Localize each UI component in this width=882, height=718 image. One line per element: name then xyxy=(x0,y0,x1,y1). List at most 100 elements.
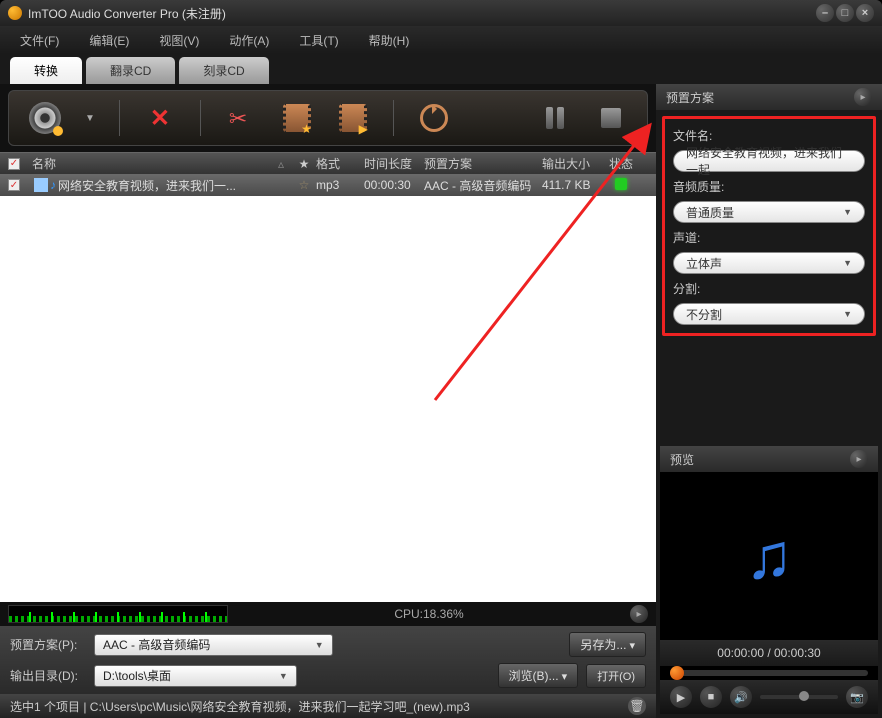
stop-button[interactable] xyxy=(595,102,627,134)
row-star[interactable]: ☆ xyxy=(292,178,316,192)
menu-file[interactable]: 文件(F) xyxy=(20,32,59,49)
preset-panel: 文件名: 网络安全教育视频，进来我们一起 音频质量: 普通质量 声道: 立体声 … xyxy=(662,116,876,336)
cpu-text: CPU:18.36% xyxy=(394,607,463,621)
preset-panel-toggle[interactable]: ▸ xyxy=(854,88,872,106)
pause-button[interactable] xyxy=(539,102,571,134)
trash-button[interactable]: 🗑 xyxy=(628,697,646,715)
filename-input[interactable]: 网络安全教育视频，进来我们一起 xyxy=(673,150,865,172)
x-icon: ✕ xyxy=(150,104,170,133)
menu-help[interactable]: 帮助(H) xyxy=(369,32,410,49)
output-dir-select[interactable]: D:\tools\桌面 xyxy=(94,665,297,687)
row-preset: AAC - 高级音频编码 xyxy=(424,177,542,194)
sort-indicator[interactable]: ▵ xyxy=(278,157,292,171)
volume-slider[interactable] xyxy=(760,695,838,699)
status-ready-icon xyxy=(615,178,627,190)
col-star[interactable]: ★ xyxy=(292,157,316,171)
play-controls: ▶ ■ 🔊 📷 xyxy=(660,680,878,714)
minimize-button[interactable]: – xyxy=(816,4,834,22)
col-name[interactable]: 名称 xyxy=(28,155,278,172)
list-item[interactable]: ✓ ♪ 网络安全教育视频，进来我们一... ☆ mp3 00:00:30 AAC… xyxy=(0,174,656,196)
stop-preview-button[interactable]: ■ xyxy=(700,686,722,708)
output-label: 输出目录(D): xyxy=(10,667,86,684)
divider xyxy=(200,100,201,136)
row-checkbox[interactable]: ✓ xyxy=(8,179,20,191)
col-duration[interactable]: 时间长度 xyxy=(364,155,424,172)
col-format[interactable]: 格式 xyxy=(316,155,364,172)
list-header: ✓ 名称 ▵ ★ 格式 时间长度 预置方案 输出大小 状态 xyxy=(0,152,656,174)
row-size: 411.7 KB xyxy=(542,178,602,192)
close-button[interactable]: × xyxy=(856,4,874,22)
preview-toggle[interactable]: ▸ xyxy=(850,450,868,468)
menu-tools[interactable]: 工具(T) xyxy=(299,32,338,49)
select-all-checkbox[interactable]: ✓ xyxy=(8,158,20,170)
quality-select[interactable]: 普通质量 xyxy=(673,201,865,223)
tab-burn[interactable]: 刻录CD xyxy=(179,57,268,84)
window-title: ImTOO Audio Converter Pro (未注册) xyxy=(28,5,816,22)
file-icon xyxy=(34,178,48,192)
menu-edit[interactable]: 编辑(E) xyxy=(89,32,129,49)
cpu-bar: CPU:18.36% ▸ xyxy=(0,602,656,626)
menu-view[interactable]: 视图(V) xyxy=(159,32,199,49)
preset-label: 预置方案(P): xyxy=(10,636,86,653)
toolbar: ▼ ✕ xyxy=(8,90,648,146)
preview-area: ♫ xyxy=(660,472,878,640)
delete-button[interactable]: ✕ xyxy=(144,102,176,134)
snapshot-button[interactable]: 📷 xyxy=(846,686,868,708)
stop-icon xyxy=(601,108,621,128)
file-name: 网络安全教育视频，进来我们一... xyxy=(58,177,236,194)
quality-label: 音频质量: xyxy=(673,178,865,195)
progress-knob[interactable] xyxy=(670,666,684,680)
statusbar: 选中1 个项目 | C:\Users\pc\Music\网络安全教育视频，进来我… xyxy=(0,694,656,718)
titlebar[interactable]: ImTOO Audio Converter Pro (未注册) – □ × xyxy=(0,0,882,26)
preview-title: 预览 xyxy=(670,451,694,468)
col-size[interactable]: 输出大小 xyxy=(542,155,602,172)
maximize-button[interactable]: □ xyxy=(836,4,854,22)
tab-rip[interactable]: 翻录CD xyxy=(86,57,175,84)
scissor-icon xyxy=(229,106,253,130)
cpu-toggle[interactable]: ▸ xyxy=(630,605,648,623)
cpu-graph xyxy=(8,605,228,623)
split-label: 分割: xyxy=(673,280,865,297)
divider xyxy=(393,100,394,136)
volume-button[interactable]: 🔊 xyxy=(730,686,752,708)
disc-icon xyxy=(29,102,61,134)
col-preset[interactable]: 预置方案 xyxy=(424,155,542,172)
open-button[interactable]: 打开(O) xyxy=(586,664,646,688)
volume-knob[interactable] xyxy=(799,691,809,701)
file-list[interactable]: ✓ ♪ 网络安全教育视频，进来我们一... ☆ mp3 00:00:30 AAC… xyxy=(0,174,656,602)
tab-convert[interactable]: 转换 xyxy=(10,57,82,84)
convert-button[interactable] xyxy=(418,102,450,134)
preset-select[interactable]: AAC - 高级音频编码 xyxy=(94,634,333,656)
pause-icon xyxy=(546,107,564,129)
menu-action[interactable]: 动作(A) xyxy=(229,32,269,49)
film-arrow-icon xyxy=(339,104,367,132)
play-button[interactable]: ▶ xyxy=(670,686,692,708)
save-as-button[interactable]: 另存为... ▾ xyxy=(569,632,646,657)
menubar: 文件(F) 编辑(E) 视图(V) 动作(A) 工具(T) 帮助(H) xyxy=(0,26,882,54)
preview-progress[interactable] xyxy=(670,670,868,676)
merge-button[interactable] xyxy=(337,102,369,134)
filename-label: 文件名: xyxy=(673,127,865,144)
divider xyxy=(119,100,120,136)
preset-panel-title: 预置方案 xyxy=(666,89,714,106)
preview-time: 00:00:00 / 00:00:30 xyxy=(660,640,878,666)
row-duration: 00:00:30 xyxy=(364,178,424,192)
add-files-button[interactable] xyxy=(29,102,61,134)
status-text: 选中1 个项目 | C:\Users\pc\Music\网络安全教育视频，进来我… xyxy=(10,698,470,715)
browse-button[interactable]: 浏览(B)... ▾ xyxy=(498,663,579,688)
music-icon: ♫ xyxy=(745,519,793,593)
bottom-panel: 预置方案(P): AAC - 高级音频编码 另存为... ▾ 输出目录(D): … xyxy=(0,626,656,694)
app-window: ImTOO Audio Converter Pro (未注册) – □ × 文件… xyxy=(0,0,882,718)
split-select[interactable]: 不分割 xyxy=(673,303,865,325)
col-status[interactable]: 状态 xyxy=(602,155,640,172)
preset-panel-header: 预置方案 ▸ xyxy=(656,84,882,110)
effects-button[interactable] xyxy=(281,102,313,134)
film-star-icon xyxy=(283,104,311,132)
preview-panel: 预览 ▸ ♫ 00:00:00 / 00:00:30 ▶ ■ 🔊 📷 xyxy=(660,446,878,714)
tabs: 转换 翻录CD 刻录CD xyxy=(0,54,882,84)
app-icon xyxy=(8,6,22,20)
cut-button[interactable] xyxy=(225,102,257,134)
row-format: mp3 xyxy=(316,178,364,192)
channel-select[interactable]: 立体声 xyxy=(673,252,865,274)
reload-icon xyxy=(420,104,448,132)
